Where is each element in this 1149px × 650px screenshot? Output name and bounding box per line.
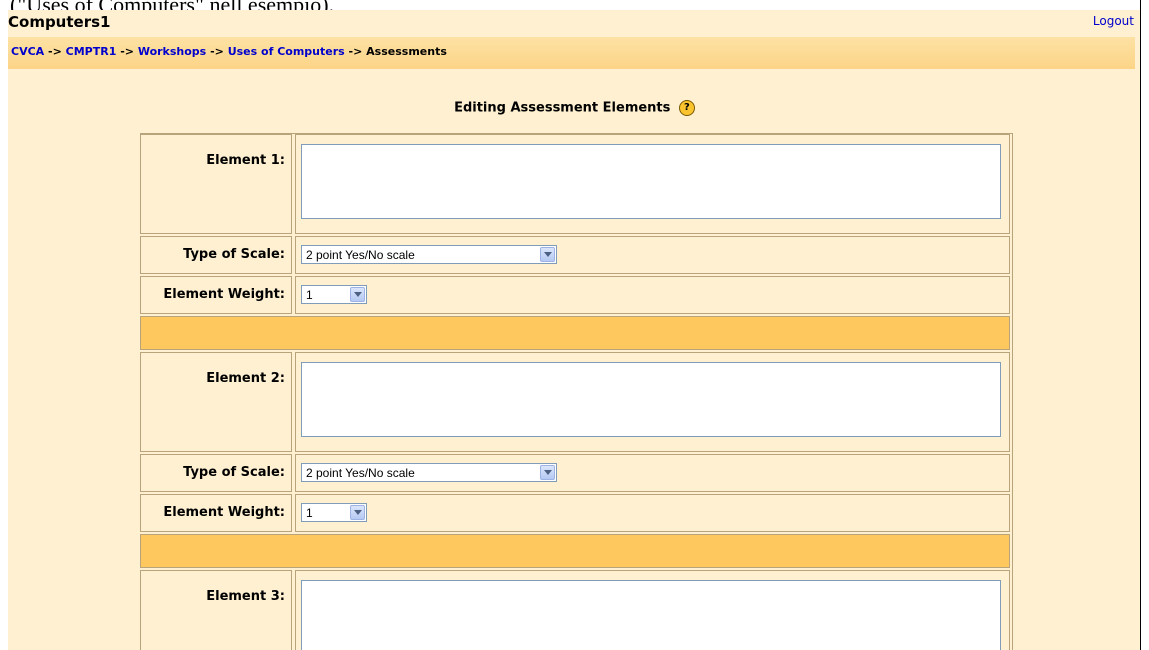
breadcrumb-current: Assessments <box>366 45 447 58</box>
window-scrollbar[interactable] <box>1140 0 1149 650</box>
scale-type-value: 2 point Yes/No scale <box>306 466 415 480</box>
help-icon[interactable]: ? <box>678 100 695 116</box>
scale-type-select[interactable]: 2 point Yes/No scale <box>301 463 557 482</box>
breadcrumb-link-course[interactable]: CMPTR1 <box>66 45 117 58</box>
breadcrumb-link-cvca[interactable]: CVCA <box>11 45 44 58</box>
element-input-cell <box>295 352 1010 452</box>
scale-row: Type of Scale: 2 point Yes/No scale <box>140 454 1010 492</box>
scale-input-cell: 2 point Yes/No scale <box>295 236 1010 274</box>
weight-row: Element Weight: 1 <box>140 276 1010 314</box>
breadcrumb-link-workshop[interactable]: Uses of Computers <box>228 45 345 58</box>
element-row: Element 1: <box>140 134 1010 234</box>
element-row: Element 3: <box>140 570 1010 650</box>
element-row: Element 2: <box>140 352 1010 452</box>
element-label-cell: Element 1: <box>140 134 292 234</box>
element-input-cell <box>295 134 1010 234</box>
element-label: Element 2: <box>206 371 285 386</box>
site-title: Computers1 <box>8 13 111 31</box>
element-weight-select[interactable]: 1 <box>301 285 367 304</box>
breadcrumb-separator: -> <box>120 45 138 58</box>
breadcrumb-link-workshops[interactable]: Workshops <box>138 45 206 58</box>
breadcrumb-separator: -> <box>210 45 228 58</box>
navigation-bar: CVCA -> CMPTR1 -> Workshops -> Uses of C… <box>8 37 1135 69</box>
weight-input-cell: 1 <box>295 276 1010 314</box>
chevron-down-icon[interactable] <box>350 505 365 520</box>
breadcrumb-separator: -> <box>348 45 367 58</box>
element-label: Element 3: <box>206 589 285 604</box>
weight-row: Element Weight: 1 <box>140 494 1010 532</box>
moodle-page: Computers1 Logout CVCA -> CMPTR1 -> Work… <box>8 10 1141 650</box>
element-weight-value: 1 <box>306 506 313 520</box>
element-weight-select[interactable]: 1 <box>301 503 367 522</box>
breadcrumb: CVCA -> CMPTR1 -> Workshops -> Uses of C… <box>11 45 447 58</box>
chevron-down-icon[interactable] <box>540 465 555 480</box>
scale-type-value: 2 point Yes/No scale <box>306 248 415 262</box>
weight-label: Element Weight: <box>163 287 285 302</box>
element-weight-value: 1 <box>306 288 313 302</box>
element-description-textarea[interactable] <box>301 144 1001 219</box>
weight-input-cell: 1 <box>295 494 1010 532</box>
element-label-cell: Element 2: <box>140 352 292 452</box>
assessment-elements-form: Element 1: Type of Scale: 2 point Yes/No… <box>140 133 1013 650</box>
element-description-textarea[interactable] <box>301 580 1001 650</box>
element-separator <box>140 316 1010 350</box>
element-input-cell <box>295 570 1010 650</box>
element-description-textarea[interactable] <box>301 362 1001 437</box>
page-heading: Editing Assessment Elements ? <box>8 100 1141 116</box>
element-label: Element 1: <box>206 153 285 168</box>
element-label-cell: Element 3: <box>140 570 292 650</box>
weight-label: Element Weight: <box>163 505 285 520</box>
breadcrumb-separator: -> <box>48 45 66 58</box>
scale-label-cell: Type of Scale: <box>140 454 292 492</box>
scale-type-select[interactable]: 2 point Yes/No scale <box>301 245 557 264</box>
scale-label-cell: Type of Scale: <box>140 236 292 274</box>
page-heading-text: Editing Assessment Elements <box>454 100 671 116</box>
weight-label-cell: Element Weight: <box>140 276 292 314</box>
chevron-down-icon[interactable] <box>540 247 555 262</box>
scale-input-cell: 2 point Yes/No scale <box>295 454 1010 492</box>
weight-label-cell: Element Weight: <box>140 494 292 532</box>
logout-link[interactable]: Logout <box>1093 14 1134 28</box>
scale-row: Type of Scale: 2 point Yes/No scale <box>140 236 1010 274</box>
scale-label: Type of Scale: <box>183 247 285 262</box>
scale-label: Type of Scale: <box>183 465 285 480</box>
element-separator <box>140 534 1010 568</box>
chevron-down-icon[interactable] <box>350 287 365 302</box>
